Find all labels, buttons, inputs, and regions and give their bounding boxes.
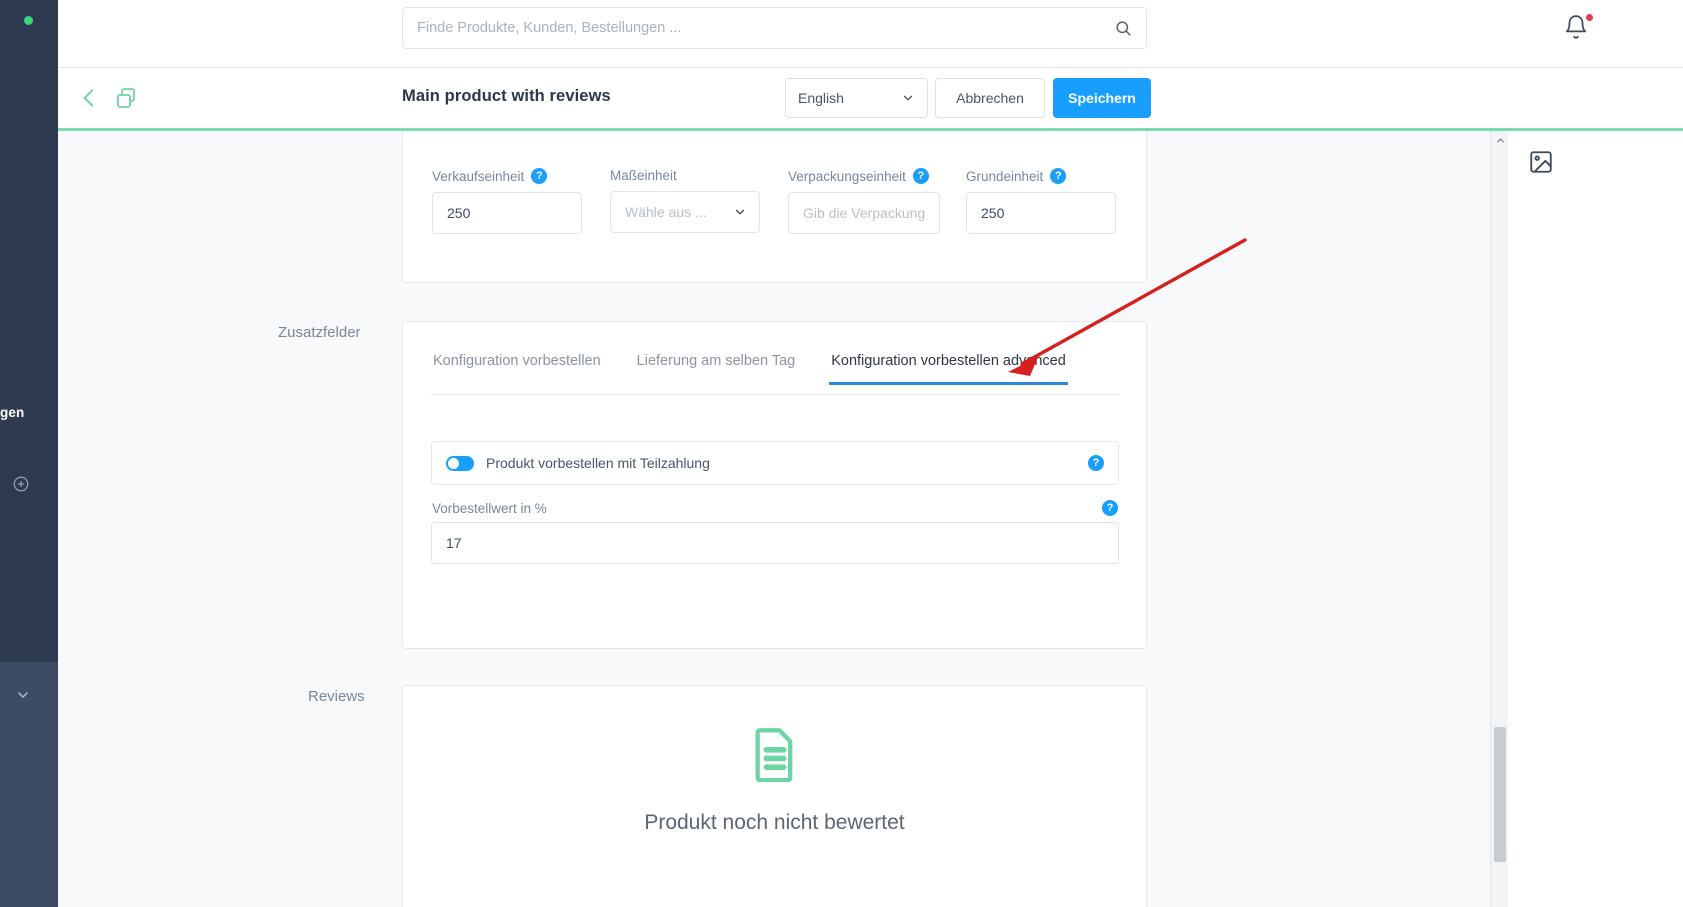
scrollbar-thumb[interactable] (1494, 727, 1506, 862)
chevron-left-icon[interactable] (76, 85, 102, 111)
field-label-text: Grundeinheit (966, 168, 1044, 184)
field-grundeinheit: Grundeinheit ? (966, 168, 1116, 234)
help-icon[interactable]: ? (1088, 455, 1104, 471)
tab-bar: Konfiguration vorbestellen Lieferung am … (431, 350, 1119, 395)
language-select-value: English (798, 90, 844, 106)
chevron-down-icon (903, 95, 913, 101)
units-card: Verkaufseinheit ? Maßeinheit Wähle aus .… (402, 131, 1147, 283)
chevron-up-icon[interactable] (1491, 131, 1509, 149)
verkaufseinheit-input[interactable] (432, 192, 582, 234)
search-input[interactable] (403, 8, 1100, 48)
help-icon[interactable]: ? (531, 168, 548, 184)
chevron-down-icon[interactable] (15, 687, 31, 703)
zusatzfelder-card: Konfiguration vorbestellen Lieferung am … (402, 321, 1147, 649)
sidebar-item-label: gen (0, 405, 25, 420)
reviews-card: Produkt noch nicht bewertet (402, 685, 1147, 907)
document-icon (749, 726, 801, 784)
search-bar[interactable] (402, 7, 1147, 49)
field-label-text: Verpackungseinheit (788, 168, 906, 184)
field-label-text: Maßeinheit (610, 168, 677, 183)
help-icon[interactable]: ? (1050, 168, 1067, 184)
left-sidebar: gen (0, 0, 58, 907)
field-verpackungseinheit: Verpackungseinheit ? (788, 168, 940, 234)
section-label-zusatzfelder: Zusatzfelder (278, 324, 361, 341)
notification-badge (1585, 13, 1594, 22)
field-verkaufseinheit: Verkaufseinheit ? (432, 168, 582, 234)
right-rail (1508, 131, 1683, 907)
toggle-label: Produkt vorbestellen mit Teilzahlung (486, 455, 710, 471)
field-label: Verpackungseinheit ? (788, 168, 940, 184)
grundeinheit-input[interactable] (966, 192, 1116, 234)
notification-bell-button[interactable] (1563, 13, 1594, 44)
search-icon[interactable] (1100, 8, 1146, 48)
content-scroll-area: Verkaufseinheit ? Maßeinheit Wähle aus .… (58, 131, 1490, 907)
page-title: Main product with reviews (402, 87, 611, 105)
field-label-text: Verkaufseinheit (432, 168, 525, 184)
tab-konfiguration-vorbestellen[interactable]: Konfiguration vorbestellen (431, 350, 603, 385)
online-indicator (24, 16, 33, 25)
vorbestellwert-label: Vorbestellwert in % (432, 501, 547, 516)
teilzahlung-toggle-row: Produkt vorbestellen mit Teilzahlung ? (431, 441, 1119, 485)
field-label: Grundeinheit ? (966, 168, 1116, 184)
top-bar (58, 0, 1683, 68)
field-masseinheit: Maßeinheit Wähle aus ... (610, 168, 760, 233)
image-icon[interactable] (1528, 149, 1554, 175)
help-icon[interactable]: ? (912, 168, 929, 184)
vorbestellwert-input[interactable] (431, 522, 1119, 564)
teilzahlung-toggle[interactable] (446, 455, 474, 471)
page-header: Main product with reviews English Abbrec… (58, 68, 1683, 129)
help-icon[interactable]: ? (1102, 500, 1118, 516)
reviews-empty-text: Produkt noch nicht bewertet (644, 811, 905, 834)
field-label: Maßeinheit (610, 168, 760, 183)
chevron-down-icon (735, 209, 745, 215)
duplicate-icon[interactable] (114, 86, 138, 110)
field-label: Verkaufseinheit ? (432, 168, 582, 184)
save-button[interactable]: Speichern (1053, 78, 1151, 118)
plus-circle-icon[interactable] (12, 475, 30, 493)
app-root: gen Finde Produkte, Kunden, Bestellungen… (0, 0, 1683, 907)
tab-lieferung-am-selben-tag[interactable]: Lieferung am selben Tag (635, 350, 798, 385)
verpackungseinheit-input[interactable] (788, 192, 940, 234)
masseinheit-select[interactable]: Wähle aus ... (610, 191, 760, 233)
cancel-button[interactable]: Abbrechen (935, 78, 1045, 118)
language-select[interactable]: English (785, 78, 928, 118)
tab-konfiguration-vorbestellen-advanced[interactable]: Konfiguration vorbestellen advanced (829, 350, 1068, 385)
select-value: Wähle aus ... (625, 204, 707, 220)
section-label-reviews: Reviews (308, 688, 365, 705)
vertical-scrollbar[interactable] (1490, 131, 1508, 907)
sidebar-footer (0, 662, 58, 907)
